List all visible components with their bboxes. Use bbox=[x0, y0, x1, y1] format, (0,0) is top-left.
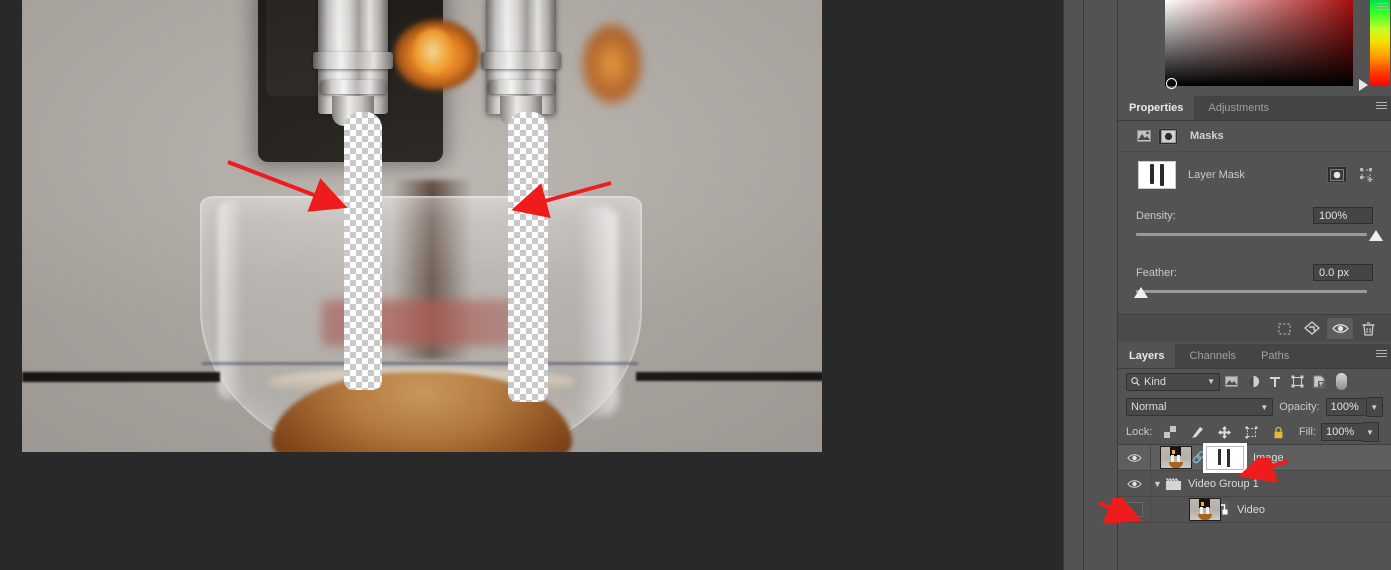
opacity-stepper-icon[interactable]: ▼ bbox=[1366, 397, 1383, 417]
mask-footer-buttons bbox=[1118, 314, 1391, 342]
chevron-down-icon[interactable]: ▼ bbox=[1151, 479, 1164, 489]
eye-off-icon[interactable] bbox=[1125, 502, 1143, 517]
lock-artboard-icon[interactable] bbox=[1240, 423, 1262, 441]
density-control[interactable]: Density: 100% bbox=[1118, 197, 1391, 244]
layer-mask-row[interactable]: Layer Mask bbox=[1118, 152, 1391, 197]
layer-filter-kind-select[interactable]: Kind ▼ bbox=[1126, 372, 1220, 391]
density-slider-knob[interactable] bbox=[1369, 230, 1383, 241]
layer-row-video[interactable]: Video bbox=[1118, 497, 1391, 523]
filter-type-icon[interactable] bbox=[1264, 373, 1286, 391]
color-field-overlay bbox=[1165, 0, 1353, 86]
blend-mode-bar: Normal ▼ Opacity: 100% ▼ bbox=[1118, 394, 1391, 420]
dock-divider-2 bbox=[1083, 0, 1084, 570]
feather-value[interactable]: 0.0 px bbox=[1313, 264, 1373, 281]
layer-name-image[interactable]: Image bbox=[1253, 452, 1284, 464]
document-canvas[interactable] bbox=[22, 0, 822, 452]
layers-panel-menu-icon[interactable] bbox=[1376, 350, 1387, 359]
opacity-value[interactable]: 100% bbox=[1325, 398, 1367, 416]
layer-mask-link-icon[interactable]: 🔗 bbox=[1192, 451, 1206, 464]
mask-options-icon[interactable] bbox=[1357, 166, 1377, 183]
toggle-mask-visibility-icon[interactable] bbox=[1327, 318, 1353, 339]
properties-tabbar: Properties Adjustments bbox=[1118, 96, 1391, 121]
hue-slider-handle[interactable] bbox=[1359, 79, 1368, 91]
density-value[interactable]: 100% bbox=[1313, 207, 1373, 224]
layer-thumbnail-video[interactable] bbox=[1189, 498, 1221, 521]
layer-row-video-group[interactable]: ▼ Video Group 1 bbox=[1118, 471, 1391, 497]
fill-value[interactable]: 100% bbox=[1321, 423, 1363, 441]
filter-enable-toggle[interactable] bbox=[1330, 373, 1352, 391]
apply-mask-icon[interactable] bbox=[1299, 318, 1325, 339]
feather-slider-knob[interactable] bbox=[1134, 287, 1148, 298]
properties-panel-menu-icon[interactable] bbox=[1376, 102, 1387, 111]
lock-image-pixels-icon[interactable] bbox=[1186, 423, 1208, 441]
transparent-stream-right bbox=[508, 112, 548, 402]
lock-transparency-icon[interactable] bbox=[1159, 423, 1181, 441]
layer-filter-kind-label: Kind bbox=[1144, 375, 1167, 388]
photo-vignette bbox=[22, 0, 822, 452]
tab-channels[interactable]: Channels bbox=[1178, 344, 1248, 368]
filter-pixel-icon[interactable] bbox=[1220, 373, 1242, 391]
document-area bbox=[0, 0, 1063, 570]
color-field-marker[interactable] bbox=[1166, 78, 1177, 89]
vector-mask-icon[interactable] bbox=[1158, 127, 1178, 145]
color-panel-menu-icon[interactable] bbox=[1377, 3, 1388, 12]
load-selection-icon[interactable] bbox=[1271, 318, 1297, 339]
layers-panel: Layers Channels Paths Kind ▼ Normal ▼ Op… bbox=[1118, 344, 1391, 570]
properties-panel: Properties Adjustments Masks Layer Mask bbox=[1118, 96, 1391, 343]
lock-position-icon[interactable] bbox=[1213, 423, 1235, 441]
eye-icon bbox=[1126, 453, 1142, 462]
lock-bar: Lock: Fill: 100% ▼ bbox=[1118, 420, 1391, 444]
fill-stepper-icon[interactable]: ▼ bbox=[1362, 422, 1379, 442]
image-mask-icon[interactable] bbox=[1134, 128, 1154, 145]
canvas-photo bbox=[22, 0, 822, 452]
eye-icon bbox=[1126, 479, 1142, 488]
search-icon bbox=[1131, 377, 1140, 386]
hue-slider[interactable] bbox=[1370, 0, 1390, 86]
feather-control[interactable]: Feather: 0.0 px bbox=[1118, 244, 1391, 301]
filter-smartobject-icon[interactable] bbox=[1308, 373, 1330, 391]
tab-layers[interactable]: Layers bbox=[1118, 344, 1176, 368]
filter-adjustment-icon[interactable] bbox=[1242, 373, 1264, 391]
layer-list: 🔗 Image ▼ Video Group 1 Video bbox=[1118, 442, 1391, 523]
mask-type-header: Masks bbox=[1118, 121, 1391, 152]
fill-label: Fill: bbox=[1298, 426, 1316, 438]
layer-thumbnail-image[interactable] bbox=[1160, 446, 1192, 469]
layer-name-video-group[interactable]: Video Group 1 bbox=[1188, 478, 1259, 490]
select-mask-icon[interactable] bbox=[1327, 166, 1347, 183]
lock-all-icon[interactable] bbox=[1267, 423, 1289, 441]
layer-mask-label: Layer Mask bbox=[1188, 168, 1245, 181]
tab-properties[interactable]: Properties bbox=[1118, 96, 1195, 120]
density-slider[interactable] bbox=[1136, 230, 1383, 242]
layer-visibility-image[interactable] bbox=[1118, 445, 1151, 470]
layer-mask-thumbnail-image[interactable] bbox=[1203, 442, 1247, 473]
layers-tabbar: Layers Channels Paths bbox=[1118, 344, 1391, 369]
layer-filter-bar: Kind ▼ bbox=[1118, 369, 1391, 394]
density-label: Density: bbox=[1136, 209, 1176, 222]
layer-visibility-video-group[interactable] bbox=[1118, 471, 1151, 496]
filter-shape-icon[interactable] bbox=[1286, 373, 1308, 391]
tab-paths[interactable]: Paths bbox=[1250, 344, 1301, 368]
transparent-stream-left bbox=[344, 112, 382, 390]
layer-visibility-video[interactable] bbox=[1118, 497, 1151, 522]
delete-mask-icon[interactable] bbox=[1355, 318, 1381, 339]
feather-label: Feather: bbox=[1136, 266, 1177, 279]
layer-mask-thumbnail[interactable] bbox=[1138, 160, 1176, 189]
video-group-icon bbox=[1164, 477, 1182, 490]
lock-label: Lock: bbox=[1126, 426, 1153, 438]
blend-mode-value: Normal bbox=[1131, 401, 1167, 413]
mask-section-label: Masks bbox=[1190, 130, 1224, 142]
tab-adjustments[interactable]: Adjustments bbox=[1197, 96, 1281, 120]
layer-row-image[interactable]: 🔗 Image bbox=[1118, 442, 1391, 473]
layer-name-video[interactable]: Video bbox=[1237, 504, 1265, 516]
color-panel[interactable] bbox=[1118, 0, 1391, 95]
blend-mode-select[interactable]: Normal ▼ bbox=[1126, 398, 1274, 416]
opacity-label: Opacity: bbox=[1279, 401, 1320, 413]
feather-slider[interactable] bbox=[1134, 287, 1373, 299]
dock-divider-1 bbox=[1063, 0, 1064, 570]
